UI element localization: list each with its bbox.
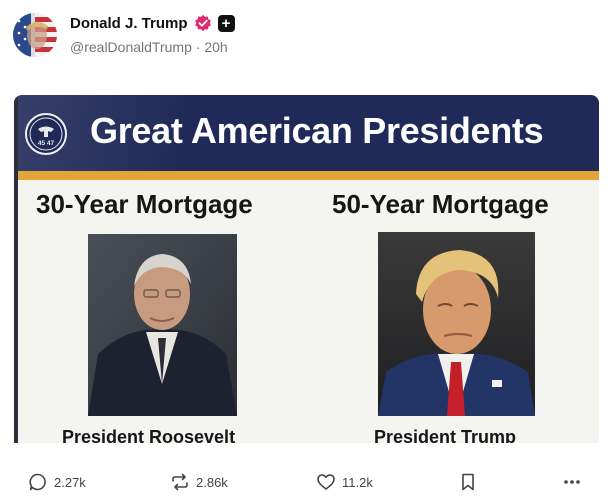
reply-count: 2.27k bbox=[54, 474, 86, 490]
left-heading: 30-Year Mortgage bbox=[36, 189, 253, 219]
gold-stripe bbox=[14, 171, 599, 180]
verified-badge-icon bbox=[194, 14, 211, 32]
repost-button[interactable]: 2.86k bbox=[170, 471, 228, 493]
flag-avatar bbox=[13, 13, 57, 57]
repost-icon bbox=[172, 473, 188, 491]
author-name[interactable]: Donald J. Trump bbox=[70, 15, 188, 32]
left-caption: President Roosevelt bbox=[62, 427, 236, 443]
avatar[interactable] bbox=[13, 13, 57, 57]
separator-dot: · bbox=[195, 39, 201, 55]
right-caption: President Trump bbox=[374, 427, 517, 443]
reply-icon bbox=[29, 473, 46, 491]
repost-count: 2.86k bbox=[196, 474, 228, 490]
more-button[interactable] bbox=[562, 471, 582, 493]
like-count: 11.2k bbox=[342, 474, 373, 490]
eagle-seal-icon: 45 47 bbox=[25, 113, 67, 155]
heart-icon bbox=[317, 474, 335, 490]
poster-title: Great American Presidents bbox=[90, 110, 544, 151]
roosevelt-portrait bbox=[88, 234, 237, 416]
post-time[interactable]: 20h bbox=[204, 39, 227, 55]
action-bar: 2.27k 2.86k 11.2k bbox=[0, 466, 610, 496]
seal-text: 45 47 bbox=[38, 140, 55, 147]
author-handle[interactable]: @realDonaldTrump bbox=[70, 39, 192, 55]
right-heading: 50-Year Mortgage bbox=[332, 189, 549, 219]
more-icon bbox=[564, 480, 580, 484]
trump-portrait bbox=[378, 232, 535, 416]
reply-button[interactable]: 2.27k bbox=[28, 471, 86, 493]
bookmark-icon bbox=[462, 473, 474, 491]
plus-icon[interactable]: + bbox=[217, 14, 235, 32]
poster-banner: 45 47 Great American Presidents bbox=[14, 95, 599, 171]
post-image[interactable]: 45 47 Great American Presidents 30-Year … bbox=[14, 95, 599, 443]
bookmark-button[interactable] bbox=[458, 471, 478, 493]
like-button[interactable]: 11.2k bbox=[316, 471, 373, 493]
